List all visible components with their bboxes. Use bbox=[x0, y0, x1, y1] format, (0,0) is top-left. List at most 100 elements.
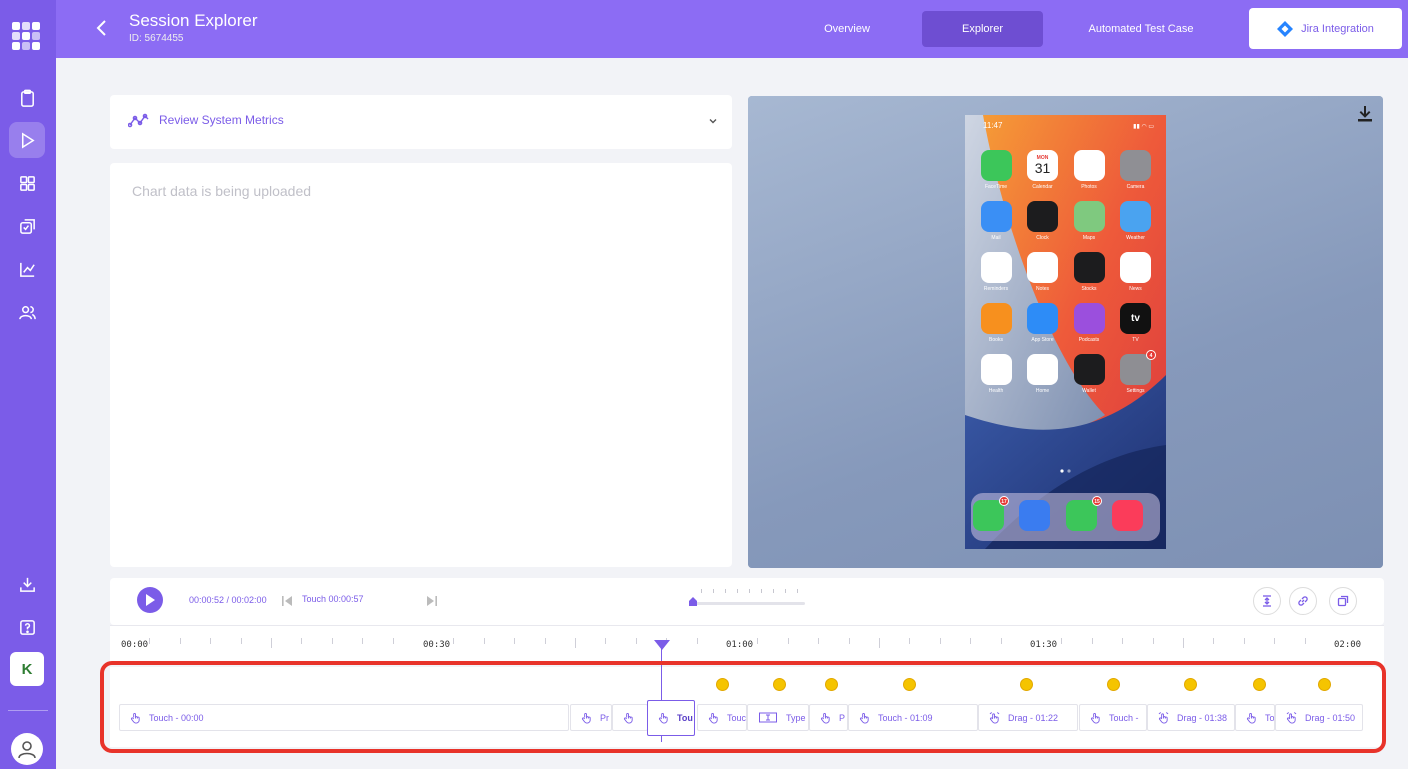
app-glyph bbox=[1120, 201, 1151, 232]
sidebar-item-explorer[interactable] bbox=[9, 122, 45, 158]
timeline-tick bbox=[696, 638, 698, 644]
copy-button[interactable] bbox=[1329, 587, 1357, 615]
event-touch[interactable] bbox=[612, 704, 648, 731]
app-icon-calendar[interactable]: MON 31 Calendar bbox=[1020, 150, 1066, 190]
event-marker[interactable] bbox=[1184, 678, 1197, 691]
app-icon-facetime[interactable]: FaceTime bbox=[973, 150, 1019, 190]
touch-hand-icon bbox=[1246, 712, 1256, 724]
event-touch[interactable]: Touch - 01:09 bbox=[848, 704, 978, 731]
event-touch[interactable]: P bbox=[809, 704, 848, 731]
timeline-tick bbox=[453, 638, 455, 644]
player-controls: 00:00:52 / 00:02:00 Touch 00:00:57 bbox=[110, 578, 1384, 625]
app-icon-maps[interactable]: Maps bbox=[1066, 201, 1112, 241]
event-marker[interactable] bbox=[1318, 678, 1331, 691]
sidebar-item-analytics[interactable] bbox=[9, 251, 45, 287]
next-event-icon[interactable] bbox=[426, 595, 438, 607]
previous-event-icon[interactable] bbox=[281, 595, 293, 607]
playhead-handle[interactable] bbox=[654, 640, 670, 650]
playback-speed-slider[interactable] bbox=[688, 588, 806, 610]
dock-icon-phone[interactable]: 17 bbox=[973, 496, 1009, 531]
avatar[interactable] bbox=[11, 733, 43, 765]
tab-explorer[interactable]: Explorer bbox=[922, 11, 1043, 47]
touch-hand-icon bbox=[820, 712, 830, 724]
tab-overview[interactable]: Overview bbox=[796, 11, 898, 47]
event-touch[interactable]: Pr bbox=[570, 704, 612, 731]
app-icon-home[interactable]: Home bbox=[1020, 354, 1066, 394]
event-marker[interactable] bbox=[825, 678, 838, 691]
copy-link-button[interactable] bbox=[1289, 587, 1317, 615]
app-icon-clock[interactable]: Clock bbox=[1020, 201, 1066, 241]
event-drag[interactable]: Drag - 01:22 bbox=[978, 704, 1078, 731]
event-touch[interactable]: Touch - bbox=[1079, 704, 1147, 731]
app-icon-weather[interactable]: Weather bbox=[1113, 201, 1159, 241]
app-icon-app-store[interactable]: App Store bbox=[1020, 303, 1066, 343]
timeline-tick bbox=[301, 638, 303, 644]
sidebar-item-help[interactable] bbox=[9, 609, 45, 645]
sidebar-item-download[interactable] bbox=[9, 566, 45, 602]
app-icon-mail[interactable]: Mail bbox=[973, 201, 1019, 241]
app-label: Weather bbox=[1126, 235, 1145, 241]
app-glyph bbox=[1027, 201, 1058, 232]
page-dots bbox=[1060, 469, 1071, 473]
app-icon-health[interactable]: Health bbox=[973, 354, 1019, 394]
app-icon-settings[interactable]: 4 Settings bbox=[1113, 350, 1159, 394]
logo-icon[interactable] bbox=[10, 20, 42, 52]
app-icon-news[interactable]: News bbox=[1113, 252, 1159, 292]
app-icon-notes[interactable]: Notes bbox=[1020, 252, 1066, 292]
event-touch-selected[interactable]: Tou bbox=[647, 700, 695, 736]
app-icon-books[interactable]: Books bbox=[973, 303, 1019, 343]
event-marker[interactable] bbox=[1107, 678, 1120, 691]
event-touch[interactable]: Touch - 00:00 bbox=[119, 704, 569, 731]
jira-integration-button[interactable]: Jira Integration bbox=[1249, 8, 1402, 49]
event-marker[interactable] bbox=[903, 678, 916, 691]
sidebar-item-tests[interactable] bbox=[9, 208, 45, 244]
back-arrow-icon[interactable] bbox=[92, 17, 112, 39]
tab-automated-test-case[interactable]: Automated Test Case bbox=[1068, 11, 1214, 47]
timeline-tick bbox=[1122, 638, 1124, 644]
app-icon-tv[interactable]: tv TV bbox=[1113, 303, 1159, 343]
sidebar: K bbox=[0, 0, 56, 769]
fit-timeline-button[interactable] bbox=[1253, 587, 1281, 615]
timeline-ruler[interactable]: 00:00 00:30 01:00 01:30 02:00 bbox=[110, 625, 1384, 665]
device-screen[interactable]: 11:47 ▮▮ ◠ ▭ FaceTime MON 31 Calendar Photos… bbox=[965, 115, 1166, 549]
review-metrics-toggle[interactable]: Review System Metrics bbox=[110, 95, 732, 149]
dock-icon-messages[interactable]: 15 bbox=[1066, 496, 1102, 531]
sidebar-item-users[interactable] bbox=[9, 294, 45, 330]
event-marker[interactable] bbox=[1020, 678, 1033, 691]
event-marker[interactable] bbox=[773, 678, 786, 691]
event-drag[interactable]: Drag - 01:38 bbox=[1147, 704, 1235, 731]
dock-icon-music[interactable] bbox=[1112, 500, 1143, 531]
timeline-tick bbox=[1000, 638, 1002, 644]
play-button[interactable] bbox=[137, 587, 163, 613]
sidebar-item-sessions[interactable] bbox=[9, 80, 45, 116]
timeline-tick bbox=[514, 638, 516, 644]
app-icon-reminders[interactable]: Reminders bbox=[973, 252, 1019, 292]
app-icon-wallet[interactable]: Wallet bbox=[1066, 354, 1112, 394]
app-glyph: MON 31 bbox=[1027, 150, 1058, 181]
event-touch[interactable]: Touc bbox=[697, 704, 747, 731]
app-icon-photos[interactable]: Photos bbox=[1066, 150, 1112, 190]
app-icon-camera[interactable]: Camera bbox=[1113, 150, 1159, 190]
sidebar-item-dashboard[interactable] bbox=[9, 165, 45, 201]
app-icon-stocks[interactable]: Stocks bbox=[1066, 252, 1112, 292]
org-badge[interactable]: K bbox=[10, 652, 44, 686]
app-glyph: tv bbox=[1120, 303, 1151, 334]
event-marker[interactable] bbox=[1253, 678, 1266, 691]
app-glyph bbox=[1073, 252, 1105, 283]
notification-badge: 15 bbox=[1092, 496, 1102, 506]
timeline-tick bbox=[271, 638, 272, 648]
app-glyph bbox=[1120, 252, 1151, 283]
metrics-chart-area: Chart data is being uploaded bbox=[110, 163, 732, 567]
event-drag[interactable]: Drag - 01:50 bbox=[1275, 704, 1363, 731]
event-type[interactable]: Type bbox=[747, 704, 809, 731]
playback-time: 00:00:52 / 00:02:00 bbox=[189, 595, 267, 605]
events-track: Touch - 00:00 Pr Tou Touc Type P Touch - 01:09… bbox=[110, 667, 1384, 747]
touch-hand-icon bbox=[623, 712, 633, 724]
event-marker[interactable] bbox=[716, 678, 729, 691]
event-label: Drag - 01:22 bbox=[1008, 712, 1059, 723]
app-glyph bbox=[980, 201, 1012, 232]
dock-icon-browser[interactable] bbox=[1019, 500, 1050, 531]
app-icon-podcasts[interactable]: Podcasts bbox=[1066, 303, 1112, 343]
event-touch[interactable]: To bbox=[1235, 704, 1275, 731]
download-screenshot-icon[interactable] bbox=[1355, 104, 1375, 124]
